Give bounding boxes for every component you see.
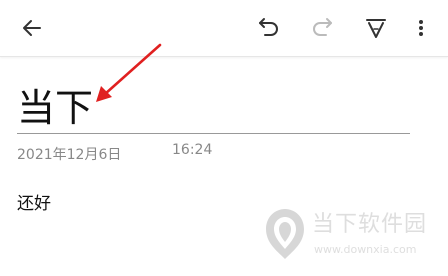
more-options-button[interactable]: [401, 8, 441, 48]
title-divider: [17, 133, 410, 134]
note-title[interactable]: 当下: [17, 83, 93, 133]
back-button[interactable]: [12, 8, 52, 48]
undo-icon: [259, 18, 278, 36]
note-date: 2021年12月6日: [17, 147, 122, 163]
pen-button[interactable]: [356, 8, 396, 48]
watermark-url: www.downxia.com: [314, 243, 417, 256]
watermark-site-name: 当下软件园: [312, 212, 428, 237]
undo-button[interactable]: [249, 8, 289, 48]
redo-button[interactable]: [302, 8, 342, 48]
note-time: 16:24: [172, 142, 213, 158]
arrow-left-icon: [23, 20, 41, 36]
watermark: 当下软件园 www.downxia.com: [262, 207, 448, 267]
more-vertical-icon: [419, 20, 423, 36]
watermark-logo-icon: [266, 209, 304, 259]
pen-icon: [366, 19, 386, 38]
note-body[interactable]: 还好: [17, 193, 51, 215]
top-toolbar: [0, 0, 448, 57]
redo-icon: [313, 18, 332, 36]
